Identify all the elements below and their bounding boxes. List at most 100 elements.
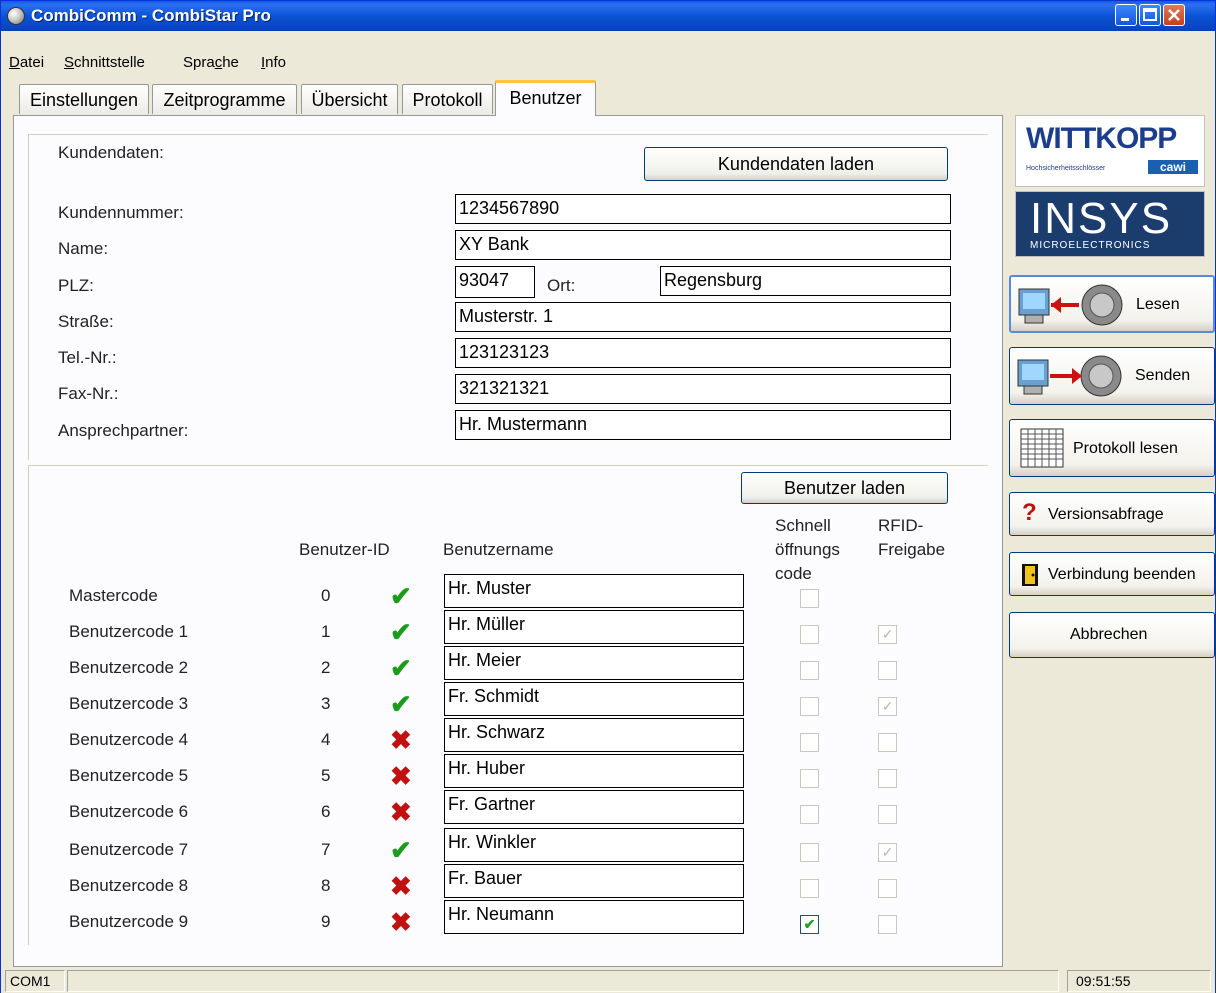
quick-open-checkbox[interactable] [800, 697, 819, 716]
invalid-cross-icon: ✖ [390, 907, 412, 937]
maximize-button[interactable] [1139, 4, 1161, 26]
menu-sprache[interactable]: Sprache [183, 54, 239, 71]
user-id: 2 [321, 658, 331, 677]
send-button[interactable]: Senden [1009, 347, 1215, 405]
close-icon [1168, 9, 1180, 21]
city-label: Ort: [547, 276, 576, 295]
menu-datei[interactable]: Datei [9, 54, 44, 71]
read-button[interactable]: Lesen [1009, 275, 1215, 333]
city-field[interactable]: Regensburg [660, 266, 951, 296]
user-name-field[interactable]: Hr. Müller [444, 610, 744, 644]
quick-open-header-3: code [775, 564, 812, 583]
invalid-cross-icon: ✖ [390, 725, 412, 755]
user-row-label: Benutzercode 8 [69, 876, 189, 895]
tab-uebersicht[interactable]: Übersicht [301, 84, 398, 114]
quick-open-checkbox[interactable] [800, 625, 819, 644]
rfid-checkbox[interactable] [878, 733, 897, 752]
street-field[interactable]: Musterstr. 1 [455, 302, 951, 332]
customer-name-field[interactable]: XY Bank [455, 230, 951, 260]
user-row-label: Mastercode [69, 586, 158, 605]
users-group-border [28, 465, 988, 466]
user-name-field[interactable]: Hr. Winkler [444, 828, 744, 862]
user-name-field[interactable]: Fr. Schmidt [444, 682, 744, 716]
user-name-field[interactable]: Hr. Muster [444, 574, 744, 608]
tab-protokoll[interactable]: Protokoll [402, 84, 493, 114]
user-name-field[interactable]: Fr. Gartner [444, 790, 744, 824]
quick-open-checkbox[interactable] [800, 769, 819, 788]
user-name-field[interactable]: Hr. Neumann [444, 900, 744, 934]
valid-check-icon: ✔ [390, 581, 412, 611]
exit-door-icon [1022, 564, 1038, 586]
user-name-field[interactable]: Hr. Huber [444, 754, 744, 788]
invalid-cross-icon: ✖ [390, 871, 412, 901]
menu-schnittstelle[interactable]: Schnittstelle [64, 54, 145, 71]
phone-label: Tel.-Nr.: [58, 348, 117, 367]
insys-logo: INSYS MICROELECTRONICS [1015, 191, 1205, 257]
load-users-button[interactable]: Benutzer laden [741, 472, 948, 504]
status-message [67, 970, 1059, 992]
close-button[interactable] [1163, 4, 1185, 26]
status-port: COM1 [5, 970, 65, 992]
zip-field[interactable]: 93047 [455, 266, 535, 298]
disconnect-button[interactable]: Verbindung beenden [1009, 552, 1215, 596]
log-grid-icon [1020, 428, 1064, 468]
quick-open-checkbox[interactable] [800, 879, 819, 898]
wittkopp-logo: WITTKOPP Hochsicherheitsschlösser cawi [1015, 115, 1205, 187]
user-row-label: Benutzercode 6 [69, 802, 189, 821]
quick-open-checkbox[interactable] [800, 661, 819, 680]
user-id-header: Benutzer-ID [299, 540, 390, 559]
customer-section-label: Kundendaten: [58, 143, 164, 162]
user-id: 4 [321, 730, 331, 749]
read-log-button[interactable]: Protokoll lesen [1009, 419, 1215, 477]
user-id: 8 [321, 876, 331, 895]
rfid-checkbox[interactable] [878, 805, 897, 824]
tab-benutzer[interactable]: Benutzer [495, 80, 596, 116]
read-device-icon [1018, 284, 1123, 326]
customer-number-field[interactable]: 1234567890 [455, 194, 951, 224]
tab-zeitprogramme[interactable]: Zeitprogramme [152, 84, 297, 114]
tab-einstellungen[interactable]: Einstellungen [19, 84, 149, 114]
phone-field[interactable]: 123123123 [455, 338, 951, 368]
rfid-checkbox[interactable]: ✓ [878, 625, 897, 644]
invalid-cross-icon: ✖ [390, 797, 412, 827]
user-name-field[interactable]: Hr. Meier [444, 646, 744, 680]
load-customer-button[interactable]: Kundendaten laden [644, 147, 948, 181]
user-id: 6 [321, 802, 331, 821]
minimize-button[interactable] [1115, 4, 1137, 26]
user-row-label: Benutzercode 2 [69, 658, 189, 677]
user-row-label: Benutzercode 9 [69, 912, 189, 931]
quick-open-checkbox[interactable] [800, 733, 819, 752]
send-device-icon [1017, 355, 1122, 397]
user-name-field[interactable]: Hr. Schwarz [444, 718, 744, 752]
rfid-checkbox[interactable] [878, 769, 897, 788]
rfid-checkbox[interactable] [878, 661, 897, 680]
contact-field[interactable]: Hr. Mustermann [455, 410, 951, 440]
rfid-checkbox[interactable]: ✓ [878, 697, 897, 716]
rfid-header-2: Freigabe [878, 540, 946, 559]
fax-label: Fax-Nr.: [58, 384, 119, 403]
quick-open-checkbox[interactable]: ✔ [800, 915, 819, 934]
customer-name-label: Name: [58, 239, 109, 258]
user-row-label: Benutzercode 5 [69, 766, 189, 785]
menu-bar: Datei Schnittstelle Sprache Info [1, 51, 1215, 75]
rfid-header-1: RFID- [878, 516, 924, 535]
user-id: 9 [321, 912, 331, 931]
menu-info[interactable]: Info [261, 54, 286, 71]
quick-open-checkbox[interactable] [800, 589, 819, 608]
fax-field[interactable]: 321321321 [455, 374, 951, 404]
contact-label: Ansprechpartner: [58, 421, 189, 440]
quick-open-checkbox[interactable] [800, 843, 819, 862]
quick-open-checkbox[interactable] [800, 805, 819, 824]
valid-check-icon: ✔ [390, 689, 412, 719]
user-name-field[interactable]: Fr. Bauer [444, 864, 744, 898]
cancel-button[interactable]: Abbrechen [1009, 612, 1215, 658]
version-query-button[interactable]: ? Versionsabfrage [1009, 492, 1215, 536]
customer-group-border [28, 134, 988, 135]
user-id: 3 [321, 694, 331, 713]
rfid-checkbox[interactable] [878, 879, 897, 898]
minimize-icon [1121, 18, 1129, 21]
title-bar[interactable]: CombiComm - CombiStar Pro [1, 1, 1215, 31]
rfid-checkbox[interactable]: ✓ [878, 843, 897, 862]
app-icon [7, 7, 25, 25]
rfid-checkbox[interactable] [878, 915, 897, 934]
